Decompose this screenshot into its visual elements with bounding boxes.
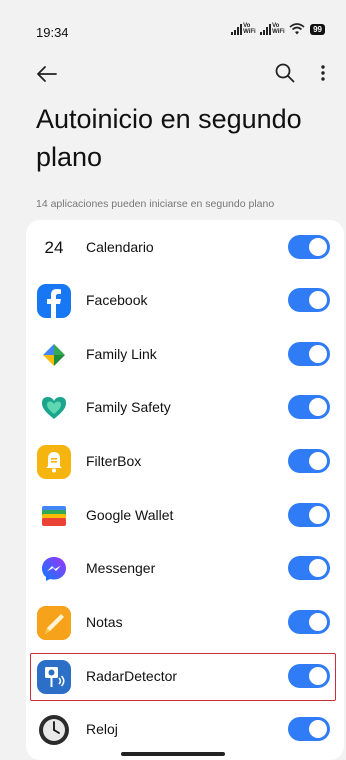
clock-icon (37, 713, 71, 747)
app-row-reloj[interactable]: Reloj (26, 702, 344, 755)
app-name: RadarDetector (86, 668, 178, 684)
app-row-family-safety[interactable]: Family Safety (26, 380, 344, 433)
app-row-notas[interactable]: Notas (26, 595, 344, 648)
app-row-facebook[interactable]: Facebook (26, 273, 344, 326)
autostart-toggle[interactable] (288, 717, 330, 741)
app-name: Facebook (86, 292, 148, 308)
family-link-icon (37, 338, 71, 372)
notes-icon (37, 606, 71, 640)
arrow-left-icon[interactable] (34, 64, 58, 84)
app-name: Messenger (86, 560, 156, 576)
autostart-toggle[interactable] (288, 395, 330, 419)
app-row-family-link[interactable]: Family Link (26, 327, 344, 380)
wifi-icon (289, 23, 305, 35)
autostart-toggle[interactable] (288, 664, 330, 688)
signal-sim1-icon: Vo WiFi (231, 23, 256, 35)
app-row-messenger[interactable]: Messenger (26, 541, 344, 594)
apps-count-subtitle: 14 aplicaciones pueden iniciarse en segu… (36, 198, 275, 210)
app-name: FilterBox (86, 453, 142, 469)
status-icons: Vo WiFi Vo WiFi 99 (231, 23, 325, 35)
app-name: Calendario (86, 239, 154, 255)
family-safety-icon (37, 391, 71, 425)
app-row-filterbox[interactable]: FilterBox (26, 434, 344, 487)
messenger-icon (37, 552, 71, 586)
sim2-label: Vo WiFi (272, 23, 285, 35)
signal-sim2-icon: Vo WiFi (260, 23, 285, 35)
app-row-calendario[interactable]: 24 Calendario (26, 220, 344, 273)
app-name: Family Link (86, 346, 157, 362)
filterbox-icon (37, 445, 71, 479)
page-title: Autoinicio en segundo plano (36, 104, 302, 172)
google-wallet-icon (37, 499, 71, 533)
autostart-toggle[interactable] (288, 610, 330, 634)
app-name: Reloj (86, 721, 118, 737)
calendar-icon-day: 24 (44, 238, 64, 257)
app-name: Google Wallet (86, 507, 174, 523)
battery-icon: 99 (310, 23, 325, 35)
more-vertical-icon[interactable] (318, 62, 328, 84)
app-row-radardetector[interactable]: RadarDetector (26, 649, 344, 702)
app-list: 24 Calendario Facebook Family Link Famil… (26, 220, 344, 760)
radar-detector-icon (37, 660, 71, 694)
calendar-icon: 24 (37, 231, 71, 265)
autostart-toggle[interactable] (288, 235, 330, 259)
sim1-label: Vo WiFi (243, 23, 256, 35)
autostart-toggle[interactable] (288, 288, 330, 312)
facebook-icon (37, 284, 71, 318)
autostart-toggle[interactable] (288, 503, 330, 527)
autostart-toggle[interactable] (288, 449, 330, 473)
app-name: Family Safety (86, 399, 171, 415)
home-indicator[interactable] (121, 752, 225, 756)
app-row-google-wallet[interactable]: Google Wallet (26, 488, 344, 541)
status-bar: 19:34 Vo WiFi Vo WiFi 99 (0, 0, 346, 60)
app-name: Notas (86, 614, 123, 630)
autostart-toggle[interactable] (288, 556, 330, 580)
status-time: 19:34 (36, 25, 69, 40)
autostart-toggle[interactable] (288, 342, 330, 366)
search-icon[interactable] (274, 62, 296, 84)
top-bar (0, 60, 346, 90)
